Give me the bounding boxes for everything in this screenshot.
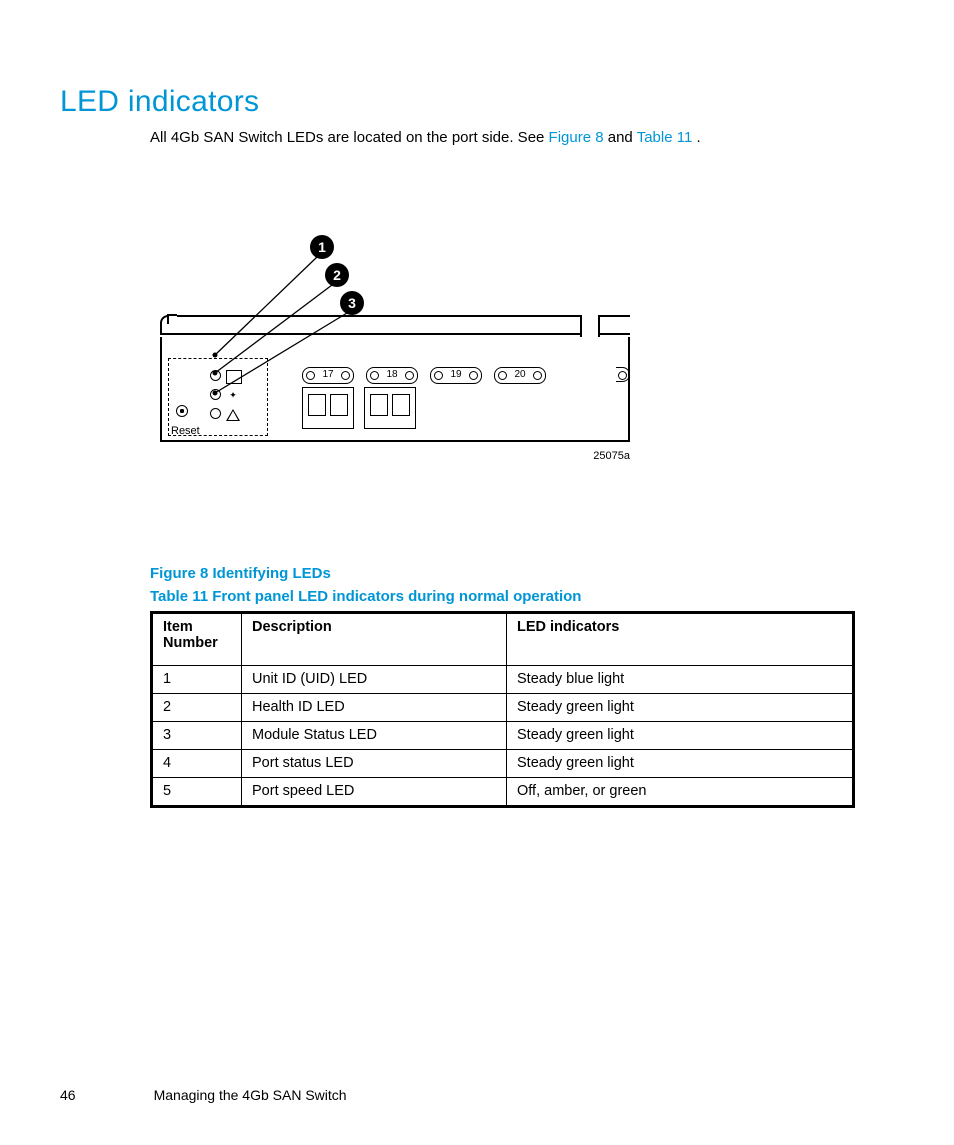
cell-ind: Steady green light: [507, 693, 854, 721]
port-next-label: [616, 367, 630, 382]
intro-paragraph: All 4Gb SAN Switch LEDs are located on t…: [150, 127, 894, 150]
port-20-label: 20: [494, 367, 546, 384]
cell-desc: Module Status LED: [242, 721, 507, 749]
port-19-label: 19: [430, 367, 482, 384]
callout-1: 1: [310, 235, 334, 259]
cell-ind: Steady blue light: [507, 665, 854, 693]
table-11-link[interactable]: Table 11: [637, 129, 693, 146]
port-18-label: 18: [366, 367, 418, 384]
cell-desc: Unit ID (UID) LED: [242, 665, 507, 693]
table-row: 3 Module Status LED Steady green light: [152, 721, 854, 749]
cell-item: 4: [152, 749, 242, 777]
cell-item: 5: [152, 777, 242, 806]
cell-ind: Steady green light: [507, 749, 854, 777]
col-item-number: Item Number: [152, 612, 242, 665]
col-led-indicators: LED indicators: [507, 612, 854, 665]
uid-symbol-icon: [226, 370, 242, 384]
cell-item: 3: [152, 721, 242, 749]
intro-text: and: [608, 129, 637, 146]
health-symbol-icon: ✦: [226, 389, 240, 401]
page-footer: 46 Managing the 4Gb SAN Switch: [60, 1087, 347, 1103]
callout-2: 2: [325, 263, 349, 287]
table-row: 4 Port status LED Steady green light: [152, 749, 854, 777]
health-led-icon: [210, 389, 221, 400]
intro-text: .: [696, 129, 700, 146]
cell-ind: Steady green light: [507, 721, 854, 749]
port-17-label: 17: [302, 367, 354, 384]
cell-desc: Port status LED: [242, 749, 507, 777]
sfp-module-icon: [364, 387, 416, 429]
figure-8: 1 2 3 Reset: [160, 235, 630, 455]
device-front-panel: Reset ✦ 17 18 19 20 25075: [160, 315, 630, 455]
module-status-led-icon: [210, 408, 221, 419]
chassis-face: Reset ✦ 17 18 19 20: [160, 337, 630, 442]
warning-triangle-icon: [226, 409, 240, 421]
cell-item: 1: [152, 665, 242, 693]
figure-reference-id: 25075a: [593, 450, 630, 462]
cell-ind: Off, amber, or green: [507, 777, 854, 806]
page-number: 46: [60, 1087, 76, 1103]
reset-label: Reset: [171, 425, 200, 437]
uid-led-icon: [210, 370, 221, 381]
cell-desc: Health ID LED: [242, 693, 507, 721]
chassis-top-strip: [160, 315, 630, 335]
page: LED indicators All 4Gb SAN Switch LEDs a…: [0, 0, 954, 1145]
table-row: 1 Unit ID (UID) LED Steady blue light: [152, 665, 854, 693]
cell-desc: Port speed LED: [242, 777, 507, 806]
table-row: 2 Health ID LED Steady green light: [152, 693, 854, 721]
col-description: Description: [242, 612, 507, 665]
figure-8-link[interactable]: Figure 8: [549, 129, 604, 146]
table-11-caption: Table 11 Front panel LED indicators duri…: [150, 588, 894, 605]
cell-item: 2: [152, 693, 242, 721]
port-label-row: 17 18 19 20: [302, 367, 546, 384]
section-heading: LED indicators: [60, 85, 894, 119]
figure-8-caption: Figure 8 Identifying LEDs: [150, 565, 894, 582]
reset-button-icon: [176, 405, 188, 417]
callout-group: 1 2 3: [160, 235, 630, 315]
led-indicator-table: Item Number Description LED indicators 1…: [150, 611, 855, 808]
sfp-module-row: [302, 387, 416, 429]
callout-3: 3: [340, 291, 364, 315]
sfp-module-icon: [302, 387, 354, 429]
intro-text: All 4Gb SAN Switch LEDs are located on t…: [150, 129, 549, 146]
table-header-row: Item Number Description LED indicators: [152, 612, 854, 665]
footer-title: Managing the 4Gb SAN Switch: [154, 1087, 347, 1103]
table-row: 5 Port speed LED Off, amber, or green: [152, 777, 854, 806]
